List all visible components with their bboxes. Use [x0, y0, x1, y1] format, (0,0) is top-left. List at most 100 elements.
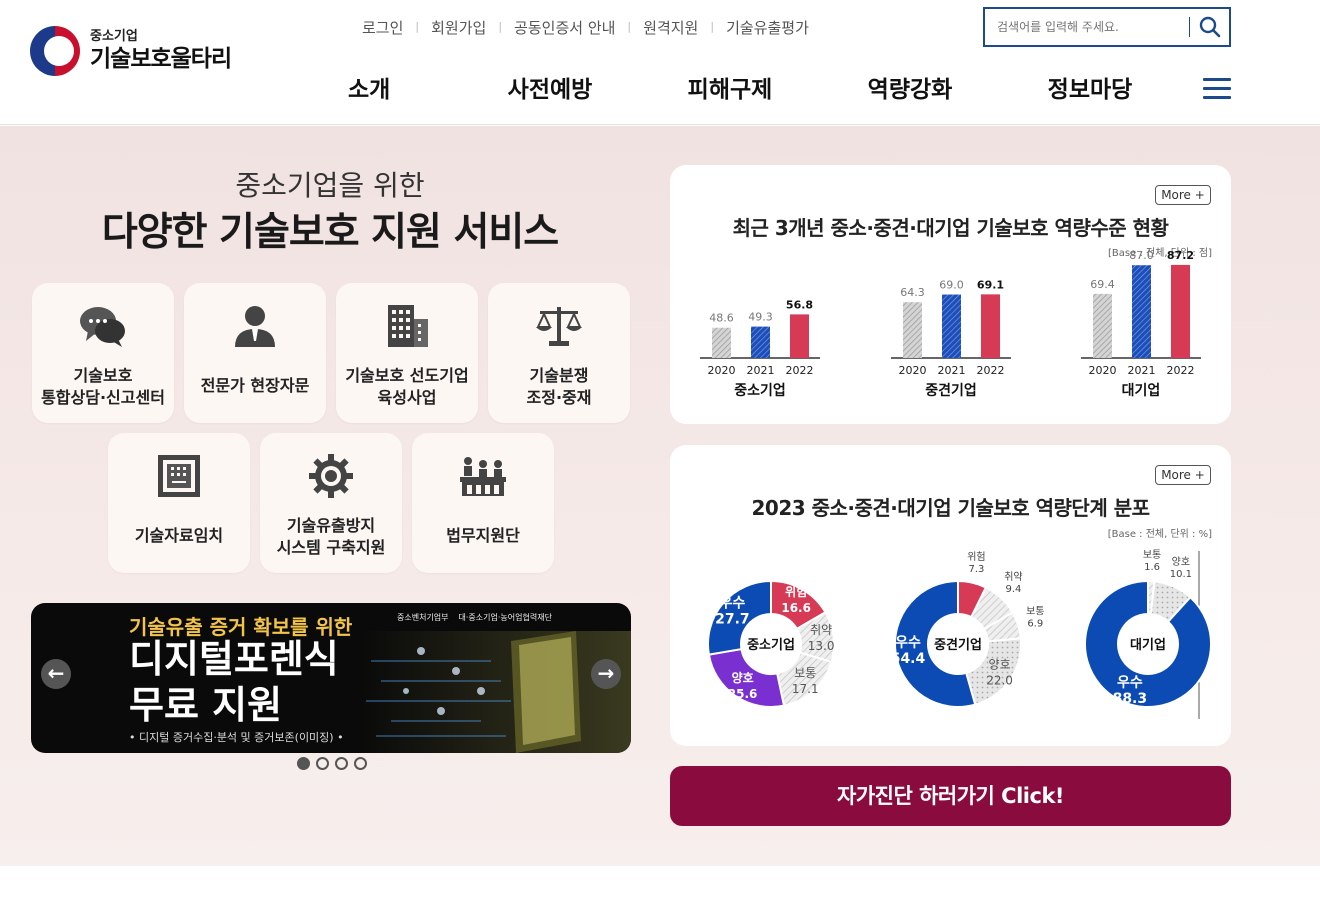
- nav-capacity[interactable]: 역량강화: [820, 70, 1000, 104]
- service-label: 법무지원단: [446, 526, 520, 545]
- service-label: 기술보호 통합상담·신고센터: [41, 366, 165, 407]
- banner-line1: 기술유출 증거 확보를 위한: [129, 615, 353, 639]
- site-header: 중소기업 기술보호울타리 로그인 | 회원가입 | 공동인증서 안내 | 원격지…: [0, 0, 1320, 125]
- promo-banner[interactable]: 중소벤처기업부 대·중소기업·농어업협력재단 기술유출 증거 확보를 위한 디지…: [31, 603, 631, 753]
- bar-value-label: 56.8: [786, 298, 813, 311]
- self-diagnosis-button[interactable]: 자가진단 하러가기 Click!: [670, 766, 1231, 826]
- banner-dot-3[interactable]: [335, 757, 348, 770]
- donut-slice-value: 9.4: [1005, 584, 1021, 595]
- donut-slice-name: 양호: [989, 658, 1011, 672]
- building-icon: [388, 305, 428, 347]
- bar-group-label: 중소기업: [734, 383, 786, 399]
- bar-2022: [1171, 264, 1190, 358]
- bar-year-label: 2022: [786, 364, 814, 377]
- donut-slice-name: 우수: [1117, 675, 1143, 691]
- donut-slice-value: 54.4: [891, 651, 926, 667]
- bar-value-label: 87.0: [1129, 249, 1154, 262]
- search-icon: [1199, 16, 1220, 38]
- bar-year-label: 2022: [977, 364, 1005, 377]
- donut-slice-value: 1.6: [1144, 562, 1160, 573]
- remote-support-link[interactable]: 원격지원: [631, 17, 710, 38]
- donut-slice-name: 우수: [720, 595, 746, 611]
- hero-subtitle: 중소기업을 위한: [235, 169, 425, 202]
- hero-title: 다양한 기술보호 지원 서비스: [101, 210, 559, 255]
- banner-line4: • 디지털 증거수집·분석 및 증거보존(이미징) •: [129, 731, 344, 744]
- search-input[interactable]: [985, 12, 1185, 42]
- main-nav: 소개 사전예방 피해구제 역량강화 정보마당: [330, 70, 1180, 104]
- bar-value-label: 69.0: [939, 279, 964, 292]
- service-legal-support[interactable]: 법무지원단: [412, 433, 554, 573]
- service-label: 기술자료임치: [134, 526, 224, 545]
- banner-next-arrow-icon[interactable]: →: [591, 659, 621, 689]
- nav-info[interactable]: 정보마당: [1000, 70, 1180, 104]
- service-expert-advice[interactable]: 전문가 현장자문: [184, 283, 326, 423]
- donut-slice-value: 16.6: [781, 601, 811, 615]
- donut-center-label: 대기업: [1130, 638, 1166, 653]
- capacity-level-card: More + 최근 3개년 중소·중견·대기업 기술보호 역량수준 현황 [Ba…: [670, 165, 1231, 424]
- donut-slice-value: 17.1: [792, 682, 819, 696]
- people-icon: [460, 457, 506, 496]
- nav-remedy[interactable]: 피해구제: [640, 70, 820, 104]
- banner-org-mss: 중소벤처기업부: [397, 613, 449, 622]
- signup-link[interactable]: 회원가입: [419, 17, 498, 38]
- banner-prev-arrow-icon[interactable]: ←: [41, 659, 71, 689]
- service-consult-center[interactable]: 기술보호 통합상담·신고센터: [32, 283, 174, 423]
- bar-value-label: 87.2: [1167, 249, 1194, 262]
- donut-slice-name: 양호: [1172, 556, 1190, 568]
- service-dispute-mediation[interactable]: 기술분쟁 조정·중재: [488, 283, 630, 423]
- utility-nav: 로그인 | 회원가입 | 공동인증서 안내 | 원격지원 | 기술유출평가: [350, 17, 821, 38]
- bar-year-label: 2021: [1128, 364, 1156, 377]
- search-button[interactable]: [1189, 16, 1229, 38]
- service-label: 기술유출방지 시스템 구축지원: [276, 516, 386, 557]
- bar-2021: [942, 294, 961, 358]
- donut-slice-value: 7.3: [968, 564, 984, 575]
- banner-pagination: [297, 757, 367, 770]
- bar-year-label: 2020: [899, 364, 927, 377]
- bar-value-label: 69.1: [977, 278, 1004, 291]
- site-logo[interactable]: 중소기업 기술보호울타리: [30, 26, 232, 76]
- bar-2021: [1132, 265, 1151, 358]
- login-link[interactable]: 로그인: [350, 17, 415, 38]
- donut-slice-value: 10.1: [1170, 569, 1192, 580]
- service-escrow[interactable]: 기술자료임치: [108, 433, 250, 573]
- donut-slice-name: 보통: [1026, 606, 1044, 618]
- person-icon: [235, 306, 275, 347]
- bar-value-label: 48.6: [709, 312, 734, 325]
- donut-slice-name: 양호: [732, 670, 754, 685]
- bar-group-label: 중견기업: [925, 382, 977, 399]
- service-leading-company[interactable]: 기술보호 선도기업 육성사업: [336, 283, 478, 423]
- chat-icon: [80, 307, 125, 347]
- service-label: 전문가 현장자문: [200, 376, 310, 395]
- donut-center-label: 중소기업: [747, 638, 795, 653]
- bar-year-label: 2022: [1167, 364, 1195, 377]
- banner-dot-4[interactable]: [354, 757, 367, 770]
- donut-slice-name: 우수: [895, 635, 921, 651]
- menu-icon[interactable]: [1203, 78, 1231, 100]
- bar-value-label: 64.3: [900, 286, 925, 299]
- nav-about[interactable]: 소개: [330, 70, 460, 104]
- bar-2021: [751, 326, 770, 358]
- bar-year-label: 2020: [1089, 364, 1117, 377]
- certificate-guide-link[interactable]: 공동인증서 안내: [502, 17, 627, 38]
- gear-icon: [309, 454, 353, 498]
- banner-dot-2[interactable]: [316, 757, 329, 770]
- bar-year-label: 2021: [747, 364, 775, 377]
- bar-2022: [981, 294, 1000, 358]
- donut-slice-name: 취약: [1004, 571, 1022, 583]
- donut-slice-value: 88.3: [1113, 691, 1148, 707]
- donut-center-label: 중견기업: [934, 637, 982, 653]
- nav-prevention[interactable]: 사전예방: [460, 70, 640, 104]
- bar-2020: [903, 302, 922, 358]
- capacity-stage-card: More + 2023 중소·중견·대기업 기술보호 역량단계 분포 [Base…: [670, 445, 1231, 746]
- donut-slice-name: 위험: [967, 550, 985, 563]
- banner-dot-1[interactable]: [297, 757, 310, 770]
- donut-slice-name: 취약: [810, 622, 832, 637]
- bar-value-label: 49.3: [748, 311, 773, 324]
- leak-assessment-link[interactable]: 기술유출평가: [714, 17, 821, 38]
- bar-group-label: 대기업: [1122, 383, 1161, 399]
- service-leak-prevention-system[interactable]: 기술유출방지 시스템 구축지원: [260, 433, 402, 573]
- donut-slice-value: 25.6: [728, 687, 758, 701]
- capacity-bar-chart: 48.6202049.3202156.82022중소기업64.3202069.0…: [700, 249, 1201, 399]
- donut-slice-value: 13.0: [808, 639, 835, 653]
- digital-forensics-illustration: [361, 631, 631, 753]
